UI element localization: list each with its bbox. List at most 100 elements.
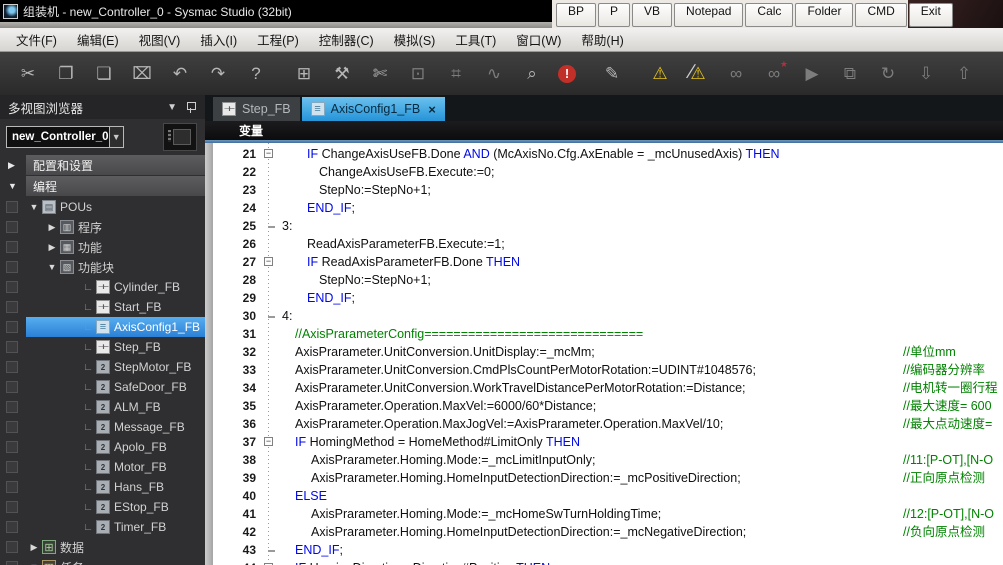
tree-item-checkbox[interactable] xyxy=(6,481,18,493)
run-mode-icon[interactable]: ▶ xyxy=(800,62,824,86)
help-icon[interactable]: ? xyxy=(244,62,268,86)
chevron-down-icon[interactable]: ▼ xyxy=(109,127,124,147)
tree-item-checkbox[interactable] xyxy=(6,381,18,393)
tree-item-任务[interactable]: ▼▦任务 xyxy=(0,557,205,565)
tree-item-checkbox[interactable] xyxy=(6,361,18,373)
fold-collapse-icon[interactable]: − xyxy=(264,257,273,266)
tree-item-checkbox[interactable] xyxy=(6,341,18,353)
search-icon[interactable]: ⌕ xyxy=(520,62,544,86)
tree-item-AxisConfig1_FB[interactable]: ∟≡AxisConfig1_FB xyxy=(0,317,205,337)
tree-item-checkbox[interactable] xyxy=(6,321,18,333)
launcher-button-p[interactable]: P xyxy=(598,3,630,27)
copy-icon[interactable]: ❐ xyxy=(54,62,78,86)
tree-item-Start_FB[interactable]: ∟⊣⊢Start_FB xyxy=(0,297,205,317)
launcher-button-notepad[interactable]: Notepad xyxy=(674,3,743,27)
variables-bar[interactable]: 变量 xyxy=(205,121,1003,140)
tree-item-checkbox[interactable] xyxy=(6,441,18,453)
tree-item-checkbox[interactable] xyxy=(6,521,18,533)
tree-item-checkbox[interactable] xyxy=(6,561,18,565)
go-online-icon[interactable]: ⚠ xyxy=(648,62,672,86)
close-icon[interactable]: × xyxy=(428,102,436,117)
tab-Step_FB[interactable]: ⊣⊢Step_FB xyxy=(213,97,300,121)
tree-item-Cylinder_FB[interactable]: ∟⊣⊢Cylinder_FB xyxy=(0,277,205,297)
tab-AxisConfig1_FB[interactable]: ≡AxisConfig1_FB× xyxy=(302,97,445,121)
sidebar-section-配置和设置[interactable]: ▶配置和设置 xyxy=(0,155,205,175)
menu-f[interactable]: 文件(F) xyxy=(6,30,67,49)
synchronize-icon[interactable]: ↻ xyxy=(876,62,900,86)
menu-c[interactable]: 控制器(C) xyxy=(309,30,384,49)
paste-icon[interactable]: ❏ xyxy=(92,62,116,86)
launcher-button-cmd[interactable]: CMD xyxy=(855,3,906,27)
menu-i[interactable]: 插入(I) xyxy=(190,30,247,49)
undo-icon[interactable]: ↶ xyxy=(168,62,192,86)
tree-item-Message_FB[interactable]: ∟2Message_FB xyxy=(0,417,205,437)
tree-item-checkbox[interactable] xyxy=(6,461,18,473)
error-list-icon[interactable]: ! xyxy=(558,65,576,83)
tree-item-Hans_FB[interactable]: ∟2Hans_FB xyxy=(0,477,205,497)
data-trace-icon[interactable]: ∿ xyxy=(482,62,506,86)
tree-item-checkbox[interactable] xyxy=(6,261,18,273)
tree-item-Motor_FB[interactable]: ∟2Motor_FB xyxy=(0,457,205,477)
go-offline-icon[interactable]: ⚠ xyxy=(686,62,710,86)
tree-item-Apolo_FB[interactable]: ∟2Apolo_FB xyxy=(0,437,205,457)
menu-h[interactable]: 帮助(H) xyxy=(571,30,633,49)
download-icon[interactable]: ⇩ xyxy=(914,62,938,86)
launcher-button-bp[interactable]: BP xyxy=(556,3,596,27)
tree-item-checkbox[interactable] xyxy=(6,221,18,233)
tree-item-checkbox[interactable] xyxy=(6,301,18,313)
chevron-right-icon[interactable]: ▶ xyxy=(46,222,58,233)
menu-t[interactable]: 工具(T) xyxy=(445,30,506,49)
launcher-button-exit[interactable]: Exit xyxy=(909,3,953,27)
tree-item-功能[interactable]: ▶▦功能 xyxy=(0,237,205,257)
menu-e[interactable]: 编辑(E) xyxy=(67,30,129,49)
chevron-right-icon[interactable]: ▶ xyxy=(8,160,15,171)
tree-item-ALM_FB[interactable]: ∟2ALM_FB xyxy=(0,397,205,417)
io-map-icon[interactable]: ⊡ xyxy=(406,62,430,86)
chevron-down-icon[interactable]: ▼ xyxy=(8,181,17,191)
tree-item-程序[interactable]: ▶▥程序 xyxy=(0,217,205,237)
sidebar-section-编程[interactable]: ▼编程 xyxy=(0,176,205,196)
edit-mode-icon[interactable]: ✎ xyxy=(600,62,624,86)
st-editor[interactable]: 2122232425262728293031323334353637383940… xyxy=(205,143,1003,565)
monitor-icon[interactable]: ∞ xyxy=(724,62,748,86)
tree-item-checkbox[interactable] xyxy=(6,541,18,553)
stop-monitor-icon[interactable]: ∞ xyxy=(762,62,786,86)
tree-item-checkbox[interactable] xyxy=(6,281,18,293)
menu-v[interactable]: 视图(V) xyxy=(129,30,191,49)
abort-build-icon[interactable]: ✄ xyxy=(368,62,392,86)
chevron-right-icon[interactable]: ▶ xyxy=(46,242,58,253)
build-icon[interactable]: ⚒ xyxy=(330,62,354,86)
fold-collapse-icon[interactable]: − xyxy=(264,437,273,446)
chevron-down-icon[interactable]: ▼ xyxy=(46,262,58,272)
launcher-button-vb[interactable]: VB xyxy=(632,3,672,27)
menu-s[interactable]: 模拟(S) xyxy=(384,30,446,49)
code-area[interactable]: IF ChangeAxisUseFB.Done AND (McAxisNo.Cf… xyxy=(277,143,1003,565)
multiview-explorer-header[interactable]: 多视图浏览器 ▼ xyxy=(0,95,205,119)
chevron-right-icon[interactable]: ▶ xyxy=(28,542,40,553)
tree-item-checkbox[interactable] xyxy=(6,421,18,433)
chevron-down-icon[interactable]: ▼ xyxy=(167,102,177,113)
tree-item-checkbox[interactable] xyxy=(6,501,18,513)
chevron-down-icon[interactable]: ▼ xyxy=(28,202,40,212)
tree-item-StepMotor_FB[interactable]: ∟2StepMotor_FB xyxy=(0,357,205,377)
program-mode-icon[interactable]: ⧉ xyxy=(838,62,862,86)
tree-item-数据[interactable]: ▶⊞数据 xyxy=(0,537,205,557)
tree-item-checkbox[interactable] xyxy=(6,401,18,413)
controller-select[interactable]: new_Controller_0 ▼ xyxy=(6,126,124,148)
upload-icon[interactable]: ⇧ xyxy=(952,62,976,86)
tree-item-checkbox[interactable] xyxy=(6,241,18,253)
launcher-button-calc[interactable]: Calc xyxy=(745,3,793,27)
tree-item-POUs[interactable]: ▼▤POUs xyxy=(0,197,205,217)
fold-collapse-icon[interactable]: − xyxy=(264,149,273,158)
redo-icon[interactable]: ↷ xyxy=(206,62,230,86)
pin-icon[interactable] xyxy=(187,102,195,113)
tree-item-checkbox[interactable] xyxy=(6,201,18,213)
cut-icon[interactable]: ✂ xyxy=(16,62,40,86)
tree-item-Timer_FB[interactable]: ∟2Timer_FB xyxy=(0,517,205,537)
build-window-icon[interactable]: ⊞ xyxy=(292,62,316,86)
tree-item-功能块[interactable]: ▼▧功能块 xyxy=(0,257,205,277)
tree-item-Step_FB[interactable]: ∟⊣⊢Step_FB xyxy=(0,337,205,357)
menu-w[interactable]: 窗口(W) xyxy=(506,30,571,49)
launcher-button-folder[interactable]: Folder xyxy=(795,3,853,27)
tree-item-EStop_FB[interactable]: ∟2EStop_FB xyxy=(0,497,205,517)
